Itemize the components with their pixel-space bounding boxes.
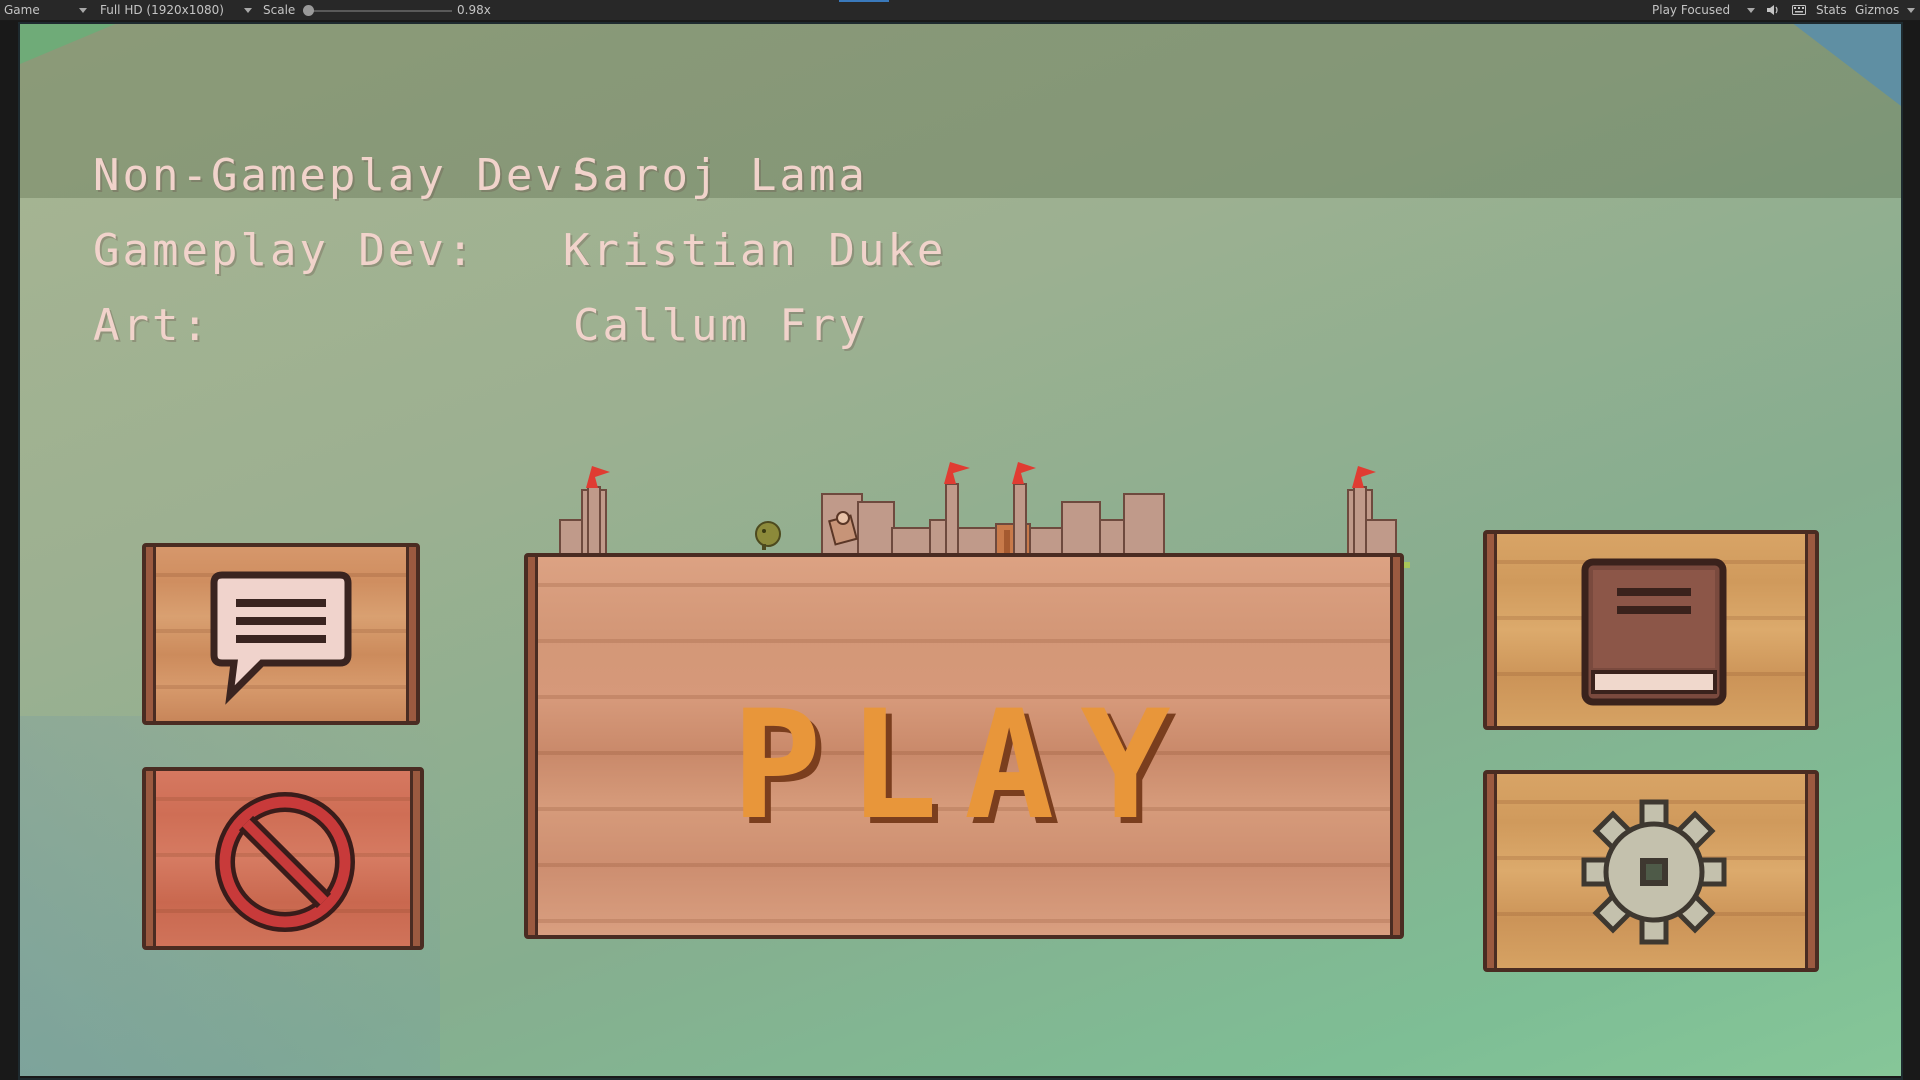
chevron-down-icon (1747, 8, 1755, 13)
settings-button[interactable] (1483, 770, 1819, 972)
corner-decoration (20, 22, 120, 64)
plank-post (1487, 534, 1497, 726)
plank-post (1805, 774, 1815, 968)
speech-bubble-icon (210, 571, 352, 705)
play-label: PLAY (731, 679, 1197, 853)
keyboard-shortcuts-icon[interactable] (1792, 4, 1806, 16)
corner-decoration (1791, 22, 1901, 106)
active-tab-indicator (839, 0, 889, 2)
plank-post (410, 771, 420, 946)
credit-role: Art: (93, 300, 211, 351)
game-tab-dropdown[interactable]: Game (4, 3, 40, 17)
credit-role: Non-Gameplay Dev: (93, 150, 595, 201)
plank-post (406, 547, 416, 721)
audio-mute-icon[interactable] (1766, 4, 1780, 16)
credit-name: Callum Fry (573, 300, 868, 351)
game-viewport: Non-Gameplay Dev: Saroj Lama Gameplay De… (20, 22, 1901, 1076)
book-icon (1581, 558, 1727, 706)
chevron-down-icon (79, 8, 87, 13)
gizmos-dropdown[interactable]: Gizmos (1855, 3, 1899, 17)
scale-value: 0.98x (457, 3, 491, 17)
chevron-down-icon (1907, 8, 1915, 13)
game-view-toolbar: Game Full HD (1920x1080) Scale 0.98x Pla… (0, 0, 1920, 21)
quit-button[interactable] (142, 767, 424, 950)
credit-name: Saroj Lama (573, 150, 868, 201)
play-mode-label: Play Focused (1652, 3, 1731, 17)
no-entry-icon (215, 792, 355, 932)
resolution-label: Full HD (1920x1080) (100, 3, 224, 17)
plank-post (146, 771, 156, 946)
scale-slider-handle[interactable] (303, 5, 315, 16)
goblin-sprite (755, 521, 781, 550)
castle-flags (586, 462, 1376, 488)
stats-label: Stats (1816, 3, 1847, 17)
gizmos-label: Gizmos (1855, 3, 1900, 17)
game-tab-label: Game (4, 3, 40, 17)
scale-slider-track[interactable] (306, 10, 452, 12)
resolution-dropdown[interactable]: Full HD (1920x1080) (100, 3, 224, 17)
plank-post (146, 547, 156, 721)
scale-label: Scale (263, 3, 296, 17)
credit-role: Gameplay Dev: (93, 225, 477, 276)
plank-post (1805, 534, 1815, 726)
chat-button[interactable] (142, 543, 420, 725)
gear-icon (1581, 799, 1727, 945)
play-button[interactable]: PLAY (524, 553, 1404, 939)
credit-name: Kristian Duke (563, 225, 947, 276)
play-mode-dropdown[interactable]: Play Focused (1652, 3, 1730, 17)
chevron-down-icon (244, 8, 252, 13)
book-button[interactable] (1483, 530, 1819, 730)
stats-button[interactable]: Stats (1816, 3, 1847, 17)
plank-post (1487, 774, 1497, 968)
